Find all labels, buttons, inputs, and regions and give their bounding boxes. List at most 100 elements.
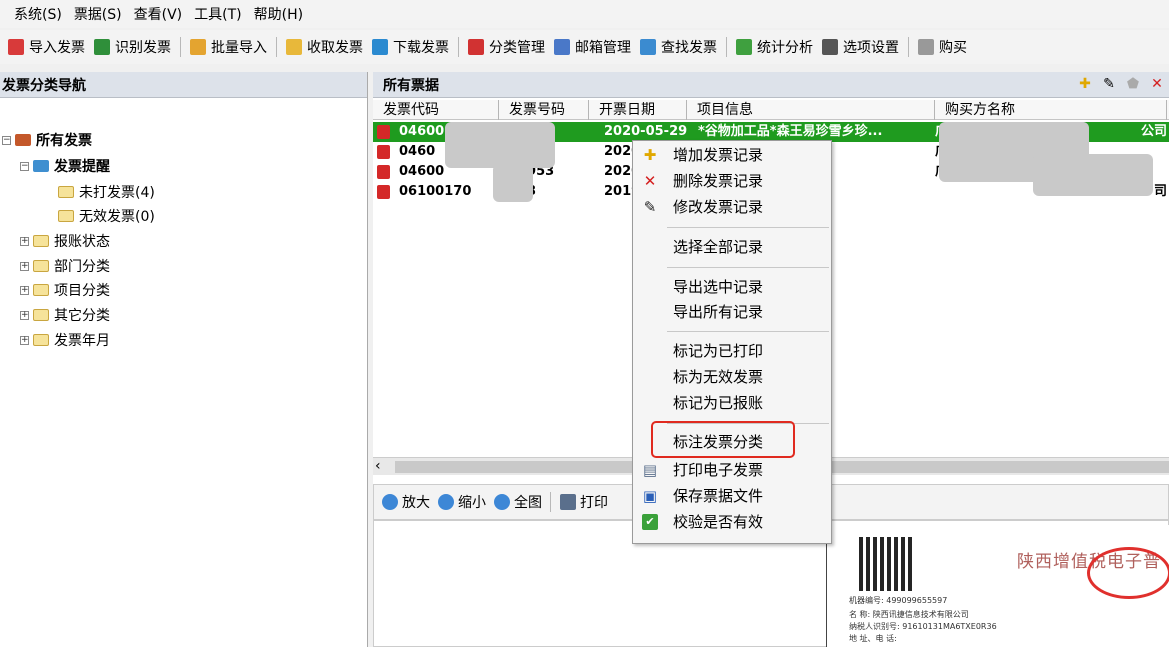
tree-node[interactable]: − 所有发票	[2, 130, 92, 150]
context-item-8[interactable]: 标为无效发票	[633, 365, 831, 389]
expander-icon[interactable]: +	[20, 285, 29, 295]
buyer-name-field: 名 称: 陕西讯捷信息技术有限公司	[849, 610, 969, 619]
context-menu: ✚ 增加发票记录 ✕ 删除发票记录 ✎ 修改发票记录 选择全部记录 导出选中记录 导出所有记录标…	[632, 140, 832, 544]
highlight-box	[651, 421, 795, 458]
tree-node[interactable]: 无效发票(0)	[58, 206, 155, 226]
pdf-icon	[377, 185, 390, 199]
tree-node-label: 发票提醒	[54, 159, 110, 175]
settings-icon	[822, 39, 838, 55]
context-item-label: 标记为已打印	[673, 342, 764, 360]
toolbar-recognize-button[interactable]: 识别发票	[94, 37, 171, 57]
context-item-label: 导出所有记录	[673, 303, 764, 321]
viewer-fit-button[interactable]: 全图	[494, 492, 542, 512]
expander-icon[interactable]: −	[2, 135, 11, 145]
purchase-icon	[918, 39, 934, 55]
tree-node[interactable]: + 部门分类	[20, 256, 110, 276]
context-item-11[interactable]: ▤ 打印电子发票	[633, 458, 831, 482]
col-buyer-name[interactable]: 购买方名称	[935, 100, 1167, 120]
add-icon[interactable]: ✚	[1077, 76, 1093, 92]
tree-node-label: 无效发票(0)	[79, 209, 155, 225]
recognize-icon	[94, 39, 110, 55]
import-icon	[8, 39, 24, 55]
menu-help[interactable]: 帮助(H)	[254, 4, 303, 24]
context-item-4[interactable]: 选择全部记录	[633, 235, 831, 259]
toolbar-purchase-button[interactable]: 购买	[918, 37, 967, 57]
tree-node[interactable]: + 项目分类	[20, 280, 110, 300]
toolbar-label: 批量导入	[211, 40, 267, 56]
context-item-12[interactable]: ▣ 保存票据文件	[633, 484, 831, 508]
tax-id-field: 纳税人识别号: 91610131MA6TXE0R36	[849, 622, 997, 631]
zoom-out-icon	[438, 494, 454, 510]
expander-icon[interactable]: −	[20, 161, 29, 171]
context-item-2[interactable]: ✕ 删除发票记录	[633, 169, 831, 193]
expander-icon[interactable]: +	[20, 310, 29, 320]
category-nav-title: 发票分类导航	[0, 72, 367, 98]
expander-icon[interactable]: +	[20, 335, 29, 345]
toolbar-separator	[726, 37, 727, 57]
context-item-5[interactable]: 导出选中记录	[633, 275, 831, 299]
toolbar-mailbox-button[interactable]: 邮箱管理	[554, 37, 631, 57]
col-invoice-number[interactable]: 发票号码	[499, 100, 589, 120]
search-icon	[640, 39, 656, 55]
menu-view[interactable]: 查看(V)	[134, 4, 183, 24]
expander-icon[interactable]: +	[20, 236, 29, 246]
viewer-label: 全图	[514, 495, 542, 511]
context-item-3[interactable]: ✎ 修改发票记录	[633, 195, 831, 219]
toolbar-separator	[908, 37, 909, 57]
toolbar-stats-button[interactable]: 统计分析	[736, 37, 813, 57]
main-toolbar: 导入发票 识别发票 批量导入 收取发票 下载发票 分类管理 邮箱管理 查找发票 统计分析 选项设置…	[0, 30, 1169, 64]
toolbar-label: 统计分析	[757, 40, 813, 56]
toolbar-receive-button[interactable]: 收取发票	[286, 37, 363, 57]
toolbar-search-button[interactable]: 查找发票	[640, 37, 717, 57]
context-item-label: 校验是否有效	[673, 513, 764, 531]
viewer-print-button[interactable]: 打印	[560, 492, 608, 512]
context-item-label: 标记为已报账	[673, 394, 764, 412]
invoice-list-title-text: 所有票据	[383, 77, 439, 94]
context-item-13[interactable]: ✔ 校验是否有效	[633, 510, 831, 534]
close-icon[interactable]: ✕	[1149, 76, 1165, 92]
menu-separator	[667, 267, 829, 268]
tree-node[interactable]: + 其它分类	[20, 305, 110, 325]
all-invoices-icon	[15, 134, 31, 146]
toolbar-download-button[interactable]: 下载发票	[372, 37, 449, 57]
viewer-zoom-out-button[interactable]: 缩小	[438, 492, 486, 512]
viewer-zoom-in-button[interactable]: 放大	[382, 492, 430, 512]
context-item-6[interactable]: 导出所有记录	[633, 300, 831, 324]
edit-icon[interactable]: ✎	[1101, 76, 1117, 92]
fit-icon	[494, 494, 510, 510]
context-item-1[interactable]: ✚ 增加发票记录	[633, 143, 831, 167]
pdf-icon	[377, 165, 390, 179]
toolbar-import-button[interactable]: 导入发票	[8, 37, 85, 57]
tree-node[interactable]: 未打发票(4)	[58, 182, 155, 202]
context-item-label: 修改发票记录	[673, 198, 764, 216]
category-nav-panel: 发票分类导航 − 所有发票 − 发票提醒未打发票(4) 无效发票(0) + 报账状态 + 部门分…	[0, 72, 368, 647]
tree-node[interactable]: + 发票年月	[20, 330, 110, 350]
context-item-7[interactable]: 标记为已打印	[633, 339, 831, 363]
menu-tools[interactable]: 工具(T)	[194, 4, 241, 24]
col-issue-date[interactable]: 开票日期	[589, 100, 687, 120]
toolbar-category-button[interactable]: 分类管理	[468, 37, 545, 57]
toolbar-settings-button[interactable]: 选项设置	[822, 37, 899, 57]
col-item-info[interactable]: 项目信息	[687, 100, 935, 120]
folder-icon	[58, 210, 74, 222]
col-invoice-code[interactable]: 发票代码	[373, 100, 499, 120]
download-icon	[372, 39, 388, 55]
tree-node[interactable]: + 报账状态	[20, 231, 110, 251]
erase-icon[interactable]: ⬟	[1125, 76, 1141, 92]
tree-node-label: 所有发票	[36, 133, 92, 149]
menu-bar: 系统(S) 票据(S) 查看(V) 工具(T) 帮助(H)	[0, 0, 1169, 28]
tree-node[interactable]: − 发票提醒	[20, 156, 110, 176]
context-item-label: 导出选中记录	[673, 278, 764, 296]
redaction-blur	[493, 164, 533, 202]
toolbar-batch-import-button[interactable]: 批量导入	[190, 37, 267, 57]
menu-bills[interactable]: 票据(S)	[74, 4, 122, 24]
check-icon: ✔	[642, 514, 658, 530]
redaction-blur	[445, 122, 555, 168]
context-item-label: 打印电子发票	[673, 461, 764, 479]
seal-stamp	[1087, 547, 1169, 599]
scroll-left-icon[interactable]: ‹	[375, 458, 381, 474]
delete-icon: ✕	[643, 172, 657, 190]
menu-system[interactable]: 系统(S)	[14, 4, 62, 24]
expander-icon[interactable]: +	[20, 261, 29, 271]
context-item-9[interactable]: 标记为已报账	[633, 391, 831, 415]
